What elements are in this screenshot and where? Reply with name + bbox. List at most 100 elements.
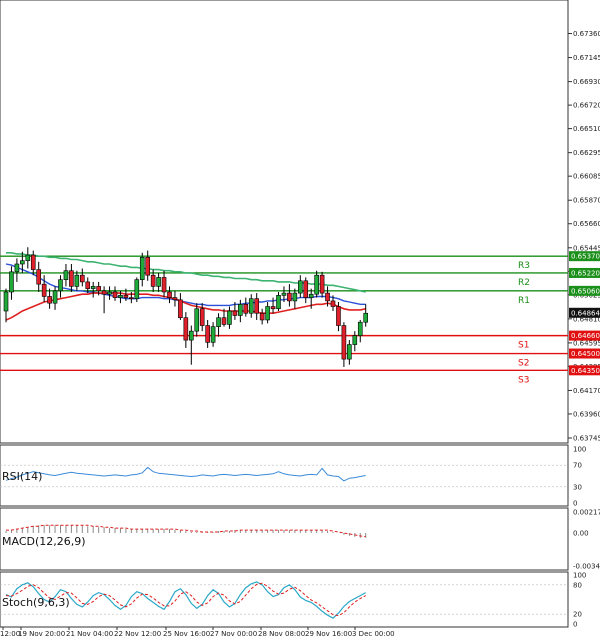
candle-body: [265, 306, 270, 321]
candle-body: [347, 344, 352, 360]
candle-body: [167, 291, 172, 298]
candle-body: [9, 271, 14, 293]
price-tick-label: 0.64170: [573, 387, 600, 395]
time-tick-label: 27 Nov 00:00: [210, 630, 257, 638]
candle-body: [156, 277, 161, 287]
candle-body: [205, 325, 210, 343]
level-value-s2: 0.64500: [571, 350, 600, 358]
candle-body: [357, 321, 363, 336]
candle-body: [325, 292, 330, 302]
candle-body: [90, 286, 96, 289]
macd-label: MACD(12,26,9): [2, 535, 86, 548]
candle-body: [308, 293, 314, 298]
time-tick-label: 22 Nov 12:00: [114, 630, 161, 638]
candle-body: [227, 310, 232, 325]
candle-body: [25, 254, 31, 261]
level-name-r2: R2: [518, 278, 530, 288]
candle-body: [14, 263, 20, 273]
stoch-tick-label: 100: [573, 572, 586, 580]
candle-body: [210, 326, 216, 343]
candle-body: [216, 317, 221, 327]
rsi-tick-label: 70: [573, 462, 582, 470]
candle-body: [150, 274, 156, 287]
candle-body: [221, 317, 227, 325]
price-tick-label: 0.65445: [573, 244, 600, 252]
candle-body: [232, 310, 238, 316]
macd-tick-label: 0.00: [573, 529, 589, 537]
candle-body: [3, 291, 9, 312]
price-tick-label: 0.67360: [573, 30, 600, 38]
candle-body: [101, 290, 107, 295]
candle-body: [199, 308, 205, 326]
level-name-s2: S2: [518, 359, 529, 369]
price-tick-label: 0.66085: [573, 173, 600, 181]
candle-body: [96, 286, 101, 292]
candle-body: [129, 297, 134, 299]
forex-chart: 0.67360 0.67145 0.66930 0.66720 0.66510 0.662…: [0, 0, 600, 638]
time-tick-label: 19 Nov 20:00: [18, 630, 65, 638]
candle-body: [238, 303, 243, 316]
candle-body: [341, 325, 347, 360]
rsi-tick-label: 0: [573, 500, 577, 508]
candle-body: [47, 296, 52, 304]
candle-body: [134, 279, 140, 299]
level-name-s3: S3: [518, 375, 529, 385]
stoch-tick-label: 80: [573, 581, 582, 589]
stoch-label: Stoch(9,6,3): [2, 596, 70, 609]
rsi-tick-label: 30: [573, 483, 582, 491]
candle-body: [74, 274, 80, 287]
price-tick-label: 0.66720: [573, 102, 600, 110]
price-tick-label: 0.66510: [573, 125, 600, 133]
current-price-tag: 0.64864: [569, 307, 600, 318]
candle-body: [243, 303, 249, 314]
price-tick-label: 0.65660: [573, 220, 600, 228]
candle-body: [139, 256, 145, 280]
candle-body: [20, 260, 25, 265]
candle-body: [107, 291, 112, 295]
candle-body: [276, 295, 281, 310]
level-name-s1: S1: [518, 341, 529, 351]
macd-axis: 0.002171 0.00 -0.00342: [573, 509, 600, 571]
time-tick-label: 28 Nov 08:00: [258, 630, 305, 638]
candle-body: [363, 312, 369, 323]
candle-body: [161, 277, 167, 293]
candle-body: [194, 308, 200, 332]
candle-body: [172, 297, 178, 301]
time-tick-label: 21 Nov 04:00: [66, 630, 113, 638]
candle-body: [85, 281, 91, 289]
candle-body: [123, 295, 129, 298]
rsi-panel: 100 70 30 0 RSI(14): [0, 444, 586, 508]
level-name-r3: R3: [518, 261, 530, 271]
candle-body: [248, 298, 254, 314]
candle-body: [330, 300, 336, 307]
candle-body: [303, 280, 309, 298]
candle-body: [63, 270, 69, 280]
candle-body: [189, 330, 194, 341]
price-panel: 0.67360 0.67145 0.66930 0.66720 0.66510 0.662…: [0, 0, 600, 444]
candle-body: [145, 256, 150, 276]
level-value-r3: 0.65370: [571, 253, 600, 261]
level-value-r2: 0.65220: [571, 269, 600, 277]
candle-body: [270, 306, 276, 310]
level-name-r1: R1: [518, 296, 530, 306]
candle-body: [30, 254, 36, 270]
candle-body: [183, 317, 189, 341]
macd-tick-label: 0.002171: [573, 509, 600, 517]
rsi-label: RSI(14): [2, 470, 42, 483]
candle-body: [178, 299, 183, 319]
price-tick-label: 0.65870: [573, 197, 600, 205]
stoch-tick-label: 0: [573, 621, 577, 629]
price-tick-label: 0.66295: [573, 149, 600, 157]
candle-body: [314, 274, 319, 295]
price-tick-label: 0.66930: [573, 78, 600, 86]
candle-body: [118, 295, 123, 298]
candle-body: [297, 280, 303, 294]
time-tick-label: 29 Nov 16:00: [305, 630, 352, 638]
candle-body: [52, 290, 58, 304]
stoch-panel: 10080 20 0 Stoch(9,6,3): [0, 571, 586, 629]
candle-body: [319, 274, 325, 294]
candle-body: [80, 274, 85, 283]
time-axis: 12:0019 Nov 20:00 21 Nov 04:00 22 Nov 12:0…: [0, 627, 395, 638]
rsi-tick-label: 100: [573, 446, 586, 454]
price-tick-label: 0.63745: [573, 435, 600, 443]
